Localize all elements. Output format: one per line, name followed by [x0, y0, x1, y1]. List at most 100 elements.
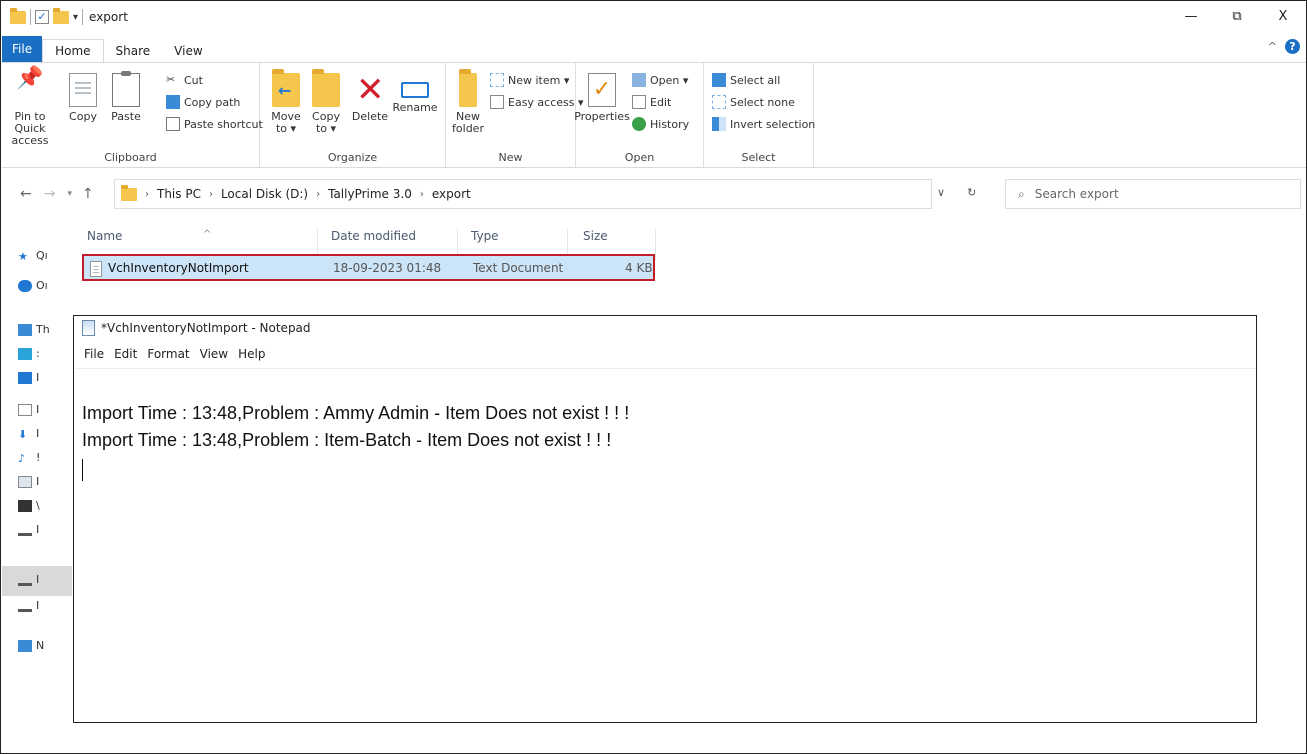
open-button[interactable]: Open ▾ [632, 73, 688, 87]
nav-item-videos[interactable]: \ [18, 499, 40, 512]
help-icon[interactable]: ? [1285, 39, 1300, 54]
refresh-icon[interactable]: ↻ [967, 186, 976, 199]
easy-access-icon [490, 95, 504, 109]
edit-icon [632, 95, 646, 109]
nav-item-quick-access[interactable]: ★ Qı [18, 249, 48, 263]
menu-divider [74, 368, 1256, 369]
nav-item-desktop[interactable]: I [18, 371, 39, 384]
new-folder-icon[interactable] [53, 7, 69, 24]
nav-item-pictures[interactable]: I [18, 475, 39, 488]
menu-file[interactable]: File [84, 347, 104, 361]
select-none-icon [712, 95, 726, 109]
invert-selection-button[interactable]: Invert selection [712, 117, 815, 131]
navigation-pane: ★ Qı Oı Th : I I ⬇ I ♪! I \ I I I N [2, 237, 72, 652]
nav-item-local-disk-d[interactable]: I [18, 573, 39, 586]
nav-item-3d-objects[interactable]: : [18, 347, 40, 360]
select-none-button[interactable]: Select none [712, 95, 795, 109]
organize-group: ← Move to ▾ Copy to ▾ ✕ Delete Rename Or… [260, 63, 446, 167]
drive-icon [18, 574, 32, 586]
history-button[interactable]: History [632, 117, 689, 131]
copy-path-button[interactable]: Copy path [166, 95, 240, 109]
tab-file[interactable]: File [2, 36, 43, 62]
history-label: History [650, 117, 690, 131]
nav-label: I [36, 523, 40, 536]
menu-edit[interactable]: Edit [114, 347, 137, 361]
paste-button[interactable]: Paste [108, 71, 144, 123]
address-bar[interactable]: › This PC › Local Disk (D:) › TallyPrime… [114, 179, 932, 209]
up-arrow-icon[interactable]: ↑ [82, 186, 94, 202]
address-dropdown-icon[interactable]: ∨ [937, 186, 945, 199]
copy-to-button[interactable]: Copy to ▾ [310, 69, 342, 135]
open-group-label: Open [624, 151, 655, 164]
minimize-button[interactable]: — [1168, 1, 1214, 31]
paste-shortcut-button[interactable]: Paste shortcut [166, 117, 263, 131]
properties-button[interactable]: ✓ Properties [574, 73, 630, 123]
notepad-text-area[interactable]: Import Time : 13:48,Problem : Ammy Admin… [82, 400, 629, 454]
cut-button[interactable]: ✂ Cut [166, 73, 203, 87]
nav-item-music[interactable]: ♪! [18, 451, 40, 465]
collapse-ribbon-chevron-icon[interactable]: ^ [1268, 40, 1277, 53]
move-to-button[interactable]: ← Move to ▾ [270, 69, 302, 135]
column-header-type[interactable]: Type [471, 229, 499, 243]
history-icon [632, 117, 646, 131]
menu-format[interactable]: Format [147, 347, 189, 361]
select-all-label: Select all [730, 73, 781, 87]
column-header-size[interactable]: Size [583, 229, 608, 243]
new-group: New folder New item ▾ Easy access ▾ New [446, 63, 584, 167]
tab-share[interactable]: Share [104, 40, 163, 62]
title-bar: ✓ ▾ export — ⧉ X [2, 1, 1306, 33]
nav-item-local-disk-c[interactable]: I [18, 523, 39, 536]
nav-item-local-disk-e[interactable]: I [18, 599, 39, 612]
breadcrumb-separator: › [145, 188, 149, 200]
file-type: Text Document [473, 261, 564, 275]
forward-arrow-icon[interactable]: → [44, 186, 56, 202]
new-folder-button[interactable]: New folder [452, 69, 484, 135]
file-list-header: ^ Name Date modified Type Size [87, 225, 657, 261]
file-row-selected[interactable]: VchInventoryNotImport 18-09-2023 01:48 T… [82, 254, 655, 281]
column-header-date-modified[interactable]: Date modified [331, 229, 416, 243]
maximize-button[interactable]: ⧉ [1214, 1, 1260, 31]
network-icon [18, 639, 32, 652]
breadcrumb-separator: › [316, 188, 321, 200]
properties-check-icon[interactable]: ✓ [35, 10, 49, 24]
column-divider [655, 229, 656, 261]
nav-item-onedrive[interactable]: Oı [18, 279, 48, 292]
breadcrumb-separator: › [208, 188, 213, 200]
breadcrumb-separator: › [419, 188, 424, 200]
nav-item-this-pc[interactable]: Th [18, 323, 50, 336]
nav-label: : [36, 347, 40, 360]
breadcrumb-local-disk[interactable]: Local Disk (D:) [221, 187, 308, 201]
back-arrow-icon[interactable]: ← [20, 186, 32, 202]
nav-item-downloads[interactable]: ⬇ I [18, 427, 40, 441]
menu-view[interactable]: View [200, 347, 228, 361]
nav-label: I [36, 427, 40, 440]
search-box[interactable]: ⌕ Search export [1005, 179, 1301, 209]
notepad-icon [82, 320, 95, 336]
customize-toolbar-dropdown-icon[interactable]: ▾ [73, 12, 78, 23]
nav-item-network[interactable]: N [18, 639, 44, 652]
quick-access-toolbar: ✓ ▾ [2, 7, 84, 25]
pin-to-quick-access-button[interactable]: 📌 Pin to Quick access [8, 68, 52, 147]
close-button[interactable]: X [1260, 1, 1306, 31]
easy-access-button[interactable]: Easy access ▾ [490, 95, 584, 109]
nav-label: I [36, 371, 40, 384]
breadcrumb-this-pc[interactable]: This PC [157, 187, 201, 201]
nav-label: Th [36, 323, 50, 336]
column-header-name[interactable]: Name [87, 229, 122, 243]
new-item-button[interactable]: New item ▾ [490, 73, 569, 87]
nav-label: I [36, 573, 40, 586]
recent-locations-chevron-icon[interactable]: ▾ [67, 189, 72, 199]
edit-button[interactable]: Edit [632, 95, 671, 109]
tab-view[interactable]: View [162, 40, 214, 62]
tab-home[interactable]: Home [42, 39, 104, 62]
select-all-button[interactable]: Select all [712, 73, 780, 87]
breadcrumb-tallyprime[interactable]: TallyPrime 3.0 [328, 187, 412, 201]
breadcrumb-export[interactable]: export [432, 187, 471, 201]
copy-button[interactable]: Copy [66, 73, 100, 123]
menu-help[interactable]: Help [238, 347, 265, 361]
delete-button[interactable]: ✕ Delete [352, 73, 388, 123]
nav-item-documents[interactable]: I [18, 403, 39, 416]
rename-button[interactable]: Rename [392, 73, 438, 114]
folder-icon [121, 184, 137, 201]
nav-label: I [36, 475, 40, 488]
